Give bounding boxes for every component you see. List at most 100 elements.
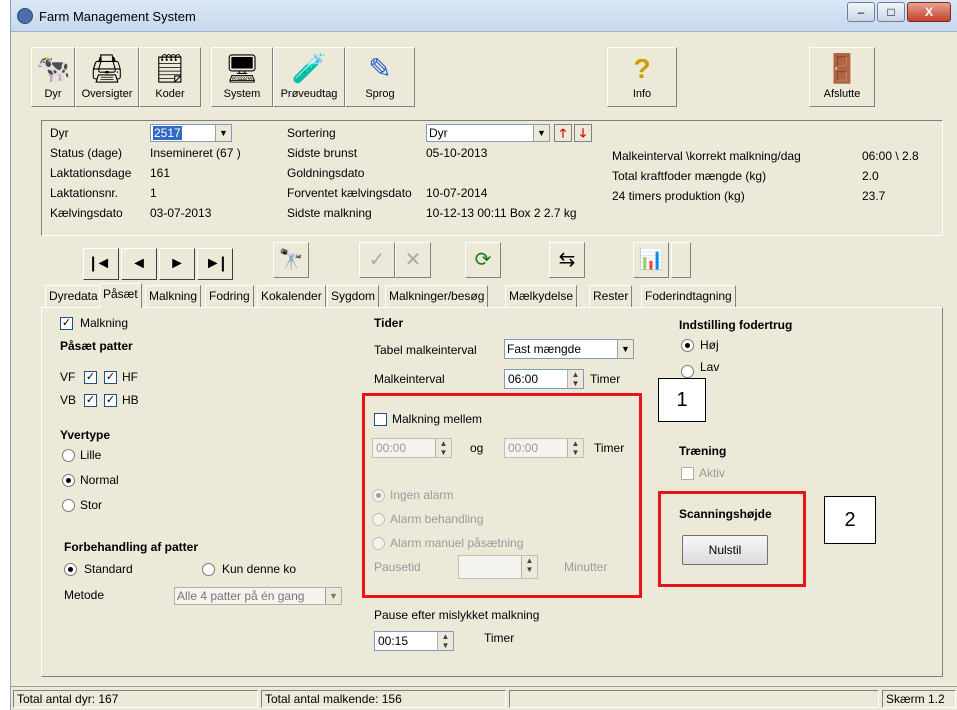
chart-button[interactable]: 📊 xyxy=(633,242,669,278)
refresh-icon: ⟳ xyxy=(474,249,492,271)
first-record-button[interactable]: |◄ xyxy=(83,248,119,280)
callout-highlight-1 xyxy=(362,393,642,598)
toolbar-sprog-button[interactable]: ✎ Sprog xyxy=(345,47,415,107)
forventet-kaelving-label: Forventet kælvingsdato xyxy=(287,186,412,200)
tider-heading: Tider xyxy=(374,316,404,330)
application-window: Farm Management System – □ X 🐄 Dyr 🖨 Ove… xyxy=(10,0,957,710)
last-record-button[interactable]: ►| xyxy=(197,248,233,280)
toolbar-koder-button[interactable]: 🗒 Koder xyxy=(139,47,201,107)
title-bar: Farm Management System – □ X xyxy=(11,0,957,32)
minimize-button[interactable]: – xyxy=(847,2,875,22)
malkeinterval-spinner[interactable]: 06:00 ▲ ▼ xyxy=(504,369,584,389)
binoculars-icon: 🔭 xyxy=(278,249,304,271)
laktationsnr-label: Laktationsnr. xyxy=(50,186,119,200)
maximize-button[interactable]: □ xyxy=(877,2,905,22)
vb-checkbox[interactable]: ✓ xyxy=(84,394,97,407)
close-button[interactable]: X xyxy=(907,2,951,22)
metode-label: Metode xyxy=(64,588,105,602)
confirm-button[interactable]: ✓ xyxy=(359,242,395,278)
sort-down-button[interactable]: 🡓 xyxy=(574,124,592,142)
lille-label: Lille xyxy=(80,448,102,462)
toolbar-system-button[interactable]: 🖥 System xyxy=(211,47,273,107)
tab-malkninger-besog[interactable]: Malkninger/besøg xyxy=(385,285,489,307)
refresh-button[interactable]: ⟳ xyxy=(465,242,501,278)
tab-kokalender[interactable]: Kokalender xyxy=(257,285,326,307)
metode-select[interactable]: Alle 4 patter på én gang ▼ xyxy=(174,587,342,605)
hb-checkbox[interactable]: ✓ xyxy=(104,394,117,407)
tab-dyredata[interactable]: Dyredata xyxy=(45,285,102,307)
forbehandling-heading: Forbehandling af patter xyxy=(64,540,199,554)
arrow-down-icon: 🡓 xyxy=(579,126,587,140)
normal-label: Normal xyxy=(80,473,119,487)
hf-checkbox[interactable]: ✓ xyxy=(104,371,117,384)
spinner-arrows-icon: ▲ ▼ xyxy=(567,370,583,388)
hoej-label: Høj xyxy=(700,338,719,352)
prev-record-button[interactable]: ◄ xyxy=(121,248,157,280)
cross-icon: ✕ xyxy=(404,249,422,271)
chevron-down-icon: ▼ xyxy=(533,125,549,141)
tab-sygdom[interactable]: Sygdom xyxy=(327,285,380,307)
search-button[interactable]: 🔭 xyxy=(273,242,309,278)
blank-button[interactable] xyxy=(671,242,691,278)
hb-label: HB xyxy=(122,393,139,407)
kun-denne-ko-label: Kun denne ko xyxy=(222,562,297,576)
sidste-malkning-label: Sidste malkning xyxy=(287,206,372,220)
tab-fodring[interactable]: Fodring xyxy=(205,285,254,307)
toolbar-info-button[interactable]: ? Info xyxy=(607,47,677,107)
sidste-malkning-value: 10-12-13 00:11 Box 2 2.7 kg xyxy=(426,206,577,220)
sidste-brunst-label: Sidste brunst xyxy=(287,146,358,160)
window-title: Farm Management System xyxy=(39,9,196,24)
tab-malkning[interactable]: Malkning xyxy=(145,285,202,307)
laktationsdage-label: Laktationsdage xyxy=(50,166,132,180)
tabel-malkeinterval-select[interactable]: Fast mængde ▼ xyxy=(504,339,634,359)
status-empty-cell xyxy=(509,690,879,708)
toolbar-proveudtag-button[interactable]: 🧪 Prøveudtag xyxy=(273,47,345,107)
produktion-value: 23.7 xyxy=(862,189,886,203)
callout-highlight-2 xyxy=(658,491,806,587)
standard-radio[interactable] xyxy=(64,563,77,576)
kaelvingsdato-value: 03-07-2013 xyxy=(150,206,212,220)
cancel-button[interactable]: ✕ xyxy=(395,242,431,278)
sortering-select[interactable]: Dyr ▼ xyxy=(426,124,550,142)
toolbar-oversigter-button[interactable]: 🖨 Oversigter xyxy=(75,47,139,107)
main-toolbar: 🐄 Dyr 🖨 Oversigter 🗒 Koder 🖥 System 🧪 Pr… xyxy=(11,33,957,121)
network-transfer-icon: ⇆ xyxy=(558,249,576,271)
normal-radio[interactable] xyxy=(62,474,75,487)
lav-radio[interactable] xyxy=(681,365,694,378)
standard-label: Standard xyxy=(84,562,133,576)
exit-door-icon: 🚪 xyxy=(824,53,860,84)
lav-label: Lav xyxy=(700,360,720,374)
aktiv-checkbox[interactable] xyxy=(681,467,694,480)
sortering-label: Sortering xyxy=(287,126,336,140)
kun-denne-ko-radio[interactable] xyxy=(202,563,215,576)
callout-number-2: 2 xyxy=(824,496,876,544)
hoej-radio[interactable] xyxy=(681,339,694,352)
malkning-checkbox[interactable]: ✓ xyxy=(60,317,73,330)
kraftfoder-value: 2.0 xyxy=(862,169,879,183)
last-icon: ►| xyxy=(204,255,226,272)
tab-paasaet[interactable]: Påsæt xyxy=(99,283,142,308)
tab-foderindtagning[interactable]: Foderindtagning xyxy=(641,285,736,307)
stor-radio[interactable] xyxy=(62,499,75,512)
kraftfoder-label: Total kraftfoder mængde (kg) xyxy=(612,169,767,183)
toolbar-dyr-button[interactable]: 🐄 Dyr xyxy=(31,47,75,107)
lille-radio[interactable] xyxy=(62,449,75,462)
total-dyr-status: Total antal dyr: 167 xyxy=(13,690,258,708)
toolbar-afslutte-button[interactable]: 🚪 Afslutte xyxy=(809,47,875,107)
kaelvingsdato-label: Kælvingsdato xyxy=(50,206,123,220)
pause-efter-spinner[interactable]: 00:15 ▲ ▼ xyxy=(374,631,454,651)
dyr-label: Dyr xyxy=(50,126,69,140)
tab-maelkydelse[interactable]: Mælkydelse xyxy=(505,285,578,307)
status-value: Insemineret (67 ) xyxy=(150,146,241,160)
next-record-button[interactable]: ► xyxy=(159,248,195,280)
sort-up-button[interactable]: 🡑 xyxy=(554,124,572,142)
vb-label: VB xyxy=(60,393,77,407)
transfer-button[interactable]: ⇆ xyxy=(549,242,585,278)
tab-rester[interactable]: Rester xyxy=(589,285,633,307)
forventet-kaelving-value: 10-07-2014 xyxy=(426,186,488,200)
computer-icon: 🖥 xyxy=(224,53,260,84)
dyr-select[interactable]: 2517 ▼ xyxy=(150,124,232,142)
navigation-bar: |◄ ◄ ► ►| 🔭 ✓ ✕ ⟳ ⇆ 📊 xyxy=(41,236,943,282)
vf-checkbox[interactable]: ✓ xyxy=(84,371,97,384)
pause-efter-unit: Timer xyxy=(484,631,515,645)
